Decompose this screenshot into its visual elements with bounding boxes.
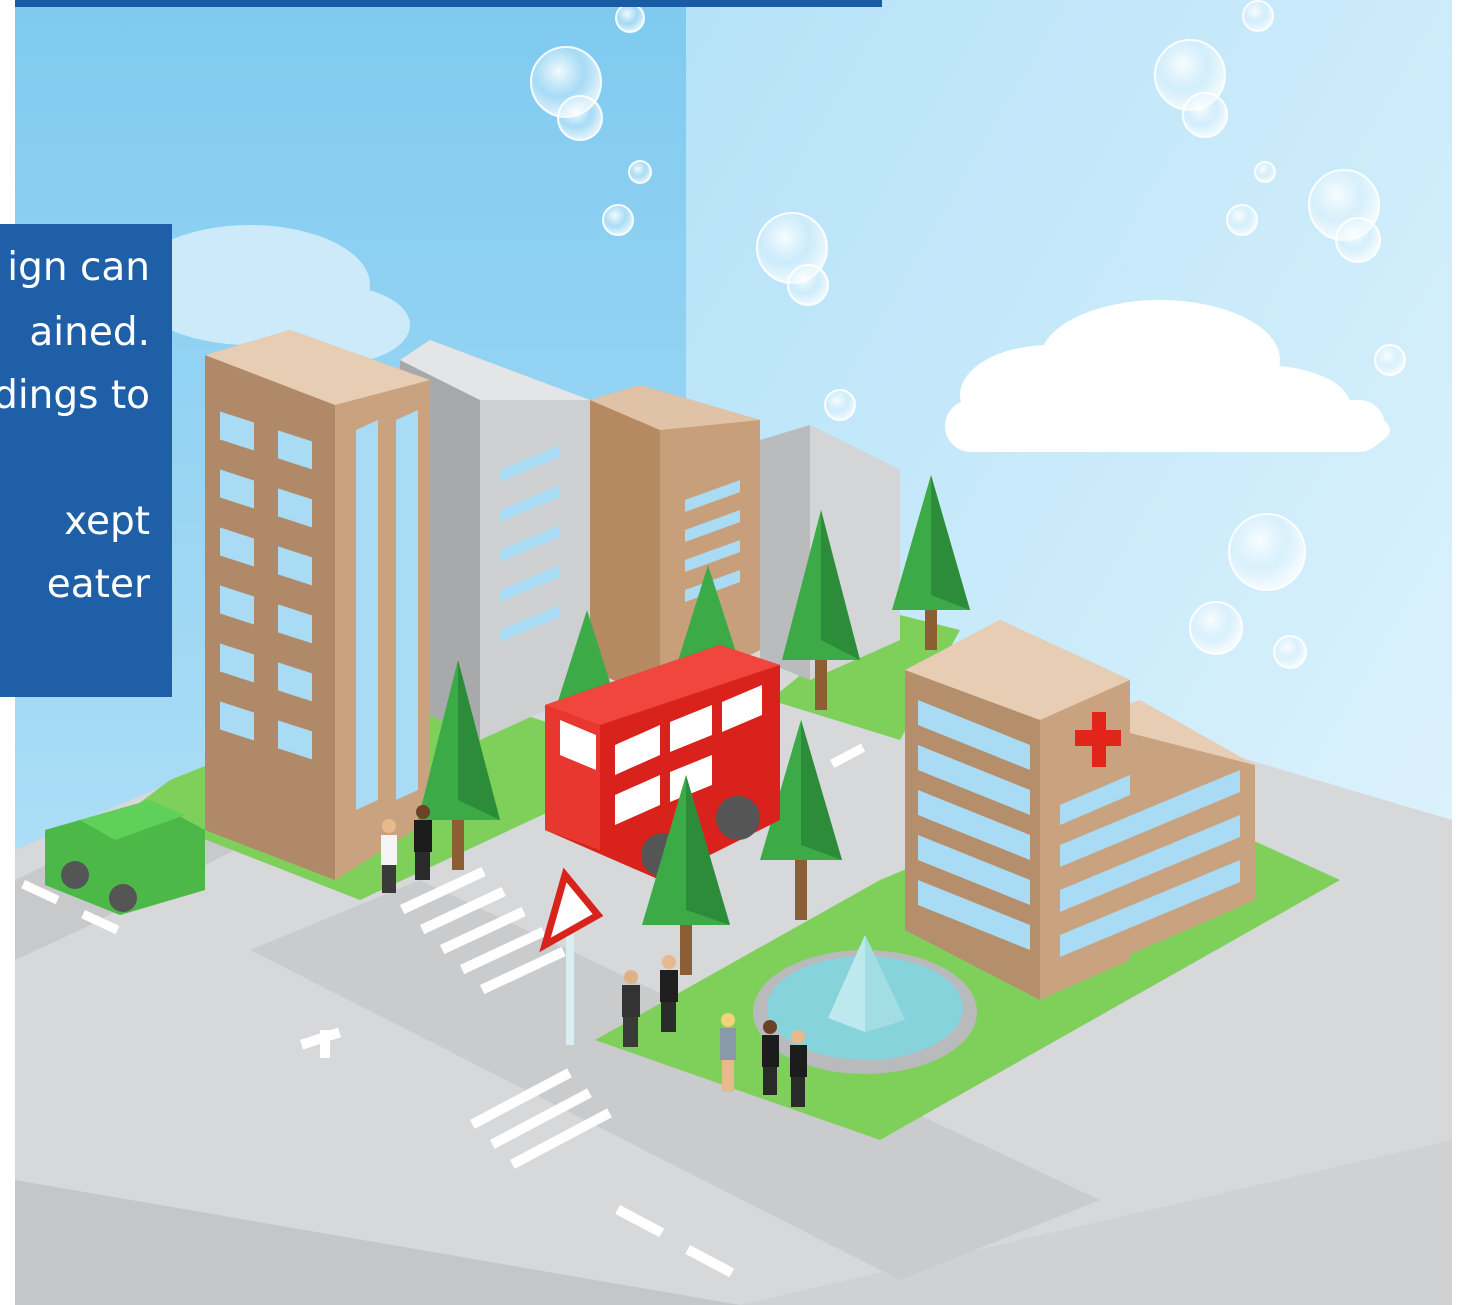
text-box: ign can ained. dings to xept eater	[0, 224, 172, 697]
top-band	[15, 0, 882, 7]
text-line: xept	[64, 499, 150, 544]
person-icon	[381, 819, 397, 893]
text-line: eater	[46, 562, 150, 607]
text-line: ained.	[29, 310, 150, 355]
city-illustration	[0, 0, 1461, 1305]
building-tan-tall	[205, 330, 430, 880]
text-line: dings to	[0, 373, 150, 418]
text-line: ign can	[7, 245, 150, 290]
